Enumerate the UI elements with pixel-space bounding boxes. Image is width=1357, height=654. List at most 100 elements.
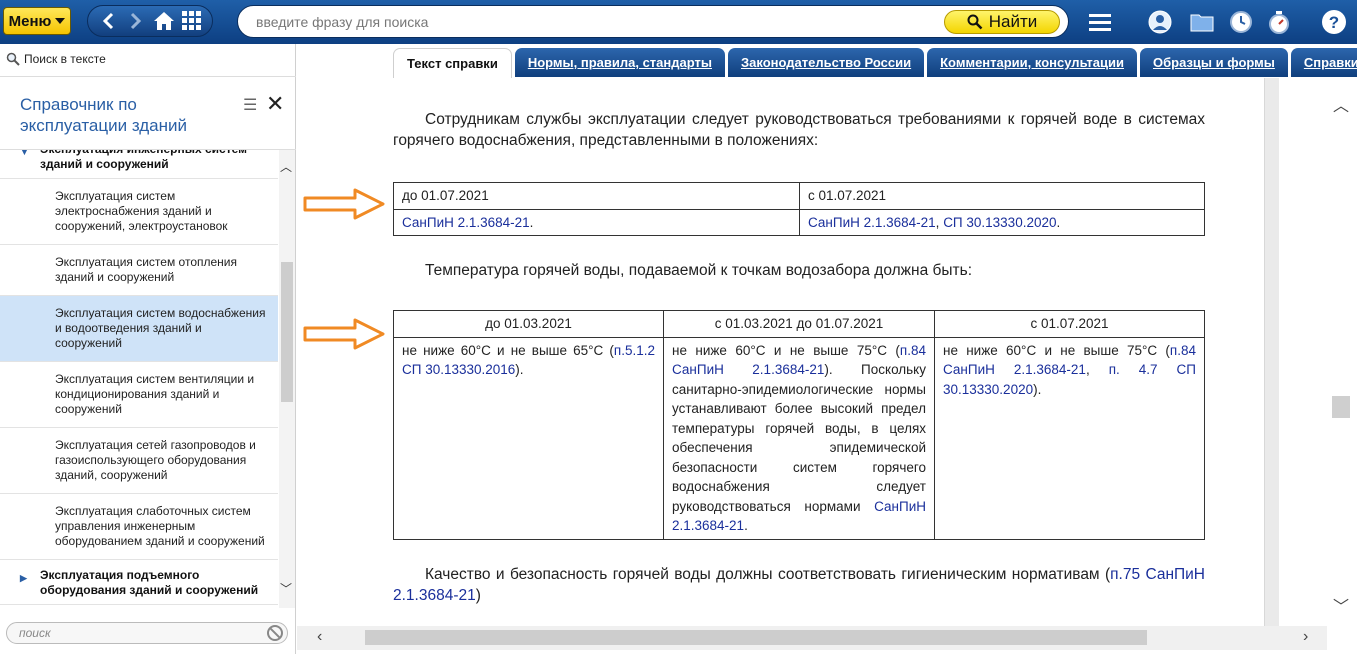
doc-link[interactable]: СП 30.13330.2020 (943, 215, 1056, 230)
doc-link[interactable]: СанПиН 2.1.3684-21 (808, 215, 936, 230)
scroll-thumb[interactable] (281, 262, 293, 402)
tab-legislation[interactable]: Законодательство России (727, 48, 925, 77)
search-in-text-label: Поиск в тексте (24, 52, 106, 66)
table-regulations: до 01.07.2021 с 01.07.2021 СанПиН 2.1.36… (393, 182, 1205, 236)
expanded-arrow-icon: ▼ (20, 150, 29, 157)
tree-item-label: Эксплуатация систем электроснабжения зда… (55, 189, 228, 233)
search-icon (6, 52, 20, 66)
scroll-right-icon[interactable]: › (1303, 628, 1308, 646)
scroll-down-icon[interactable]: ﹀ (1333, 593, 1349, 617)
tab-label: Комментарии, консультации (940, 55, 1124, 70)
tab-label: Законодательство России (740, 55, 912, 70)
tree-item-label: Эксплуатация систем вентиляции и кондици… (55, 372, 255, 416)
help-icon[interactable]: ? (1320, 8, 1348, 36)
document-area: Сотрудникам службы эксплуатации следует … (297, 78, 1357, 654)
text: ). Поскольку санитарно-эпидемиологически… (672, 362, 926, 514)
tree-item-electric[interactable]: Эксплуатация систем электроснабжения зда… (0, 179, 278, 245)
tree-item-label: Эксплуатация систем водоснабжения и водо… (55, 306, 266, 350)
panel-title: Справочник по эксплуатации зданий (20, 95, 187, 135)
table-cell: не ниже 60°С и не выше 65°С (п.5.1.2 СП … (393, 336, 664, 540)
table-temperature: до 01.03.2021 с 01.03.2021 до 01.07.2021… (393, 310, 1205, 540)
forward-icon[interactable] (124, 9, 148, 33)
tab-label: Образцы и формы (1153, 55, 1275, 70)
tab-comments[interactable]: Комментарии, консультации (927, 48, 1137, 77)
find-label: Найти (988, 12, 1038, 31)
folder-icon[interactable] (1188, 8, 1216, 36)
filter-input[interactable] (19, 626, 249, 640)
paragraph-intro: Сотрудникам службы эксплуатации следует … (393, 111, 1205, 149)
paragraph-temperature: Температура горячей воды, подаваемой к т… (425, 262, 973, 279)
tree-item-low-current[interactable]: Эксплуатация слаботочных систем управлен… (0, 494, 278, 560)
text: ) (475, 587, 481, 604)
search-bar: Найти (237, 5, 1069, 38)
grid-icon[interactable] (180, 9, 204, 33)
scroll-up-icon[interactable]: ︿ (280, 158, 292, 175)
annotation-arrow-icon (303, 318, 385, 350)
text: не ниже 60°С и не выше 75°С ( (943, 342, 1170, 358)
table-header-cell: с 01.07.2021 (934, 310, 1205, 338)
stopwatch-icon[interactable] (1265, 8, 1293, 36)
collapsed-arrow-icon: ▶ (20, 573, 27, 583)
document-vertical-scrollbar[interactable]: ︿ ﹀ (1327, 78, 1357, 626)
tab-label: Справки (1303, 55, 1357, 70)
document-tabs: Текст справки Нормы, правила, стандарты … (393, 48, 1357, 78)
scroll-thumb[interactable] (365, 630, 1147, 645)
scroll-up-icon[interactable]: ︿ (1333, 92, 1349, 116)
search-input[interactable] (256, 12, 936, 32)
back-icon[interactable] (96, 9, 120, 33)
home-icon[interactable] (152, 9, 176, 33)
annotation-arrow-icon (303, 188, 385, 220)
tree-item-water-supply[interactable]: Эксплуатация систем водоснабжения и водо… (0, 296, 278, 362)
tree-filter (6, 622, 288, 644)
text: . (529, 214, 534, 230)
close-icon[interactable]: ✕ (266, 91, 284, 117)
text: Качество и безопасность горячей воды дол… (425, 566, 1111, 583)
tree-item-label: Эксплуатация систем отопления зданий и с… (55, 255, 237, 284)
text: ). (1033, 381, 1042, 397)
tree-item-gas[interactable]: Эксплуатация сетей газопроводов и газоис… (0, 428, 278, 494)
table-cell: СанПиН 2.1.3684-21. (393, 208, 800, 236)
scroll-down-icon[interactable]: ﹀ (280, 580, 292, 597)
text: не ниже 60°С и не выше 65°С ( (402, 342, 614, 358)
tree-item-lifting-equipment[interactable]: ▶ Эксплуатация подъемного оборудования з… (0, 560, 278, 605)
clear-icon[interactable] (267, 625, 283, 641)
text: , (1085, 362, 1109, 377)
document-horizontal-scrollbar[interactable]: ‹ › (297, 626, 1327, 650)
table-header-cell: с 01.03.2021 до 01.07.2021 (663, 310, 935, 338)
tree-item-engineering-systems[interactable]: ▼ Эксплуатация инженерных систем зданий … (0, 150, 278, 179)
find-button[interactable]: Найти (944, 10, 1060, 34)
doc-link[interactable]: СанПиН 2.1.3684-21 (402, 215, 530, 230)
list-icon[interactable]: ☰ (243, 95, 257, 115)
page-gutter (1265, 78, 1279, 626)
scroll-thumb[interactable] (1332, 396, 1350, 418)
tree-item-label: Эксплуатация сетей газопроводов и газоис… (55, 438, 256, 482)
search-icon (967, 14, 983, 30)
chevron-down-icon (55, 18, 66, 24)
navigation-tree: ▼ Эксплуатация инженерных систем зданий … (0, 150, 278, 608)
panel-header: Справочник по эксплуатации зданий ☰ ✕ (0, 76, 296, 150)
menu-label: Меню (8, 12, 52, 30)
hamburger-icon[interactable] (1086, 8, 1114, 36)
tree-item-heating[interactable]: Эксплуатация систем отопления зданий и с… (0, 245, 278, 296)
text: не ниже 60°С и не выше 75°С ( (672, 342, 900, 358)
table-cell: СанПиН 2.1.3684-21, СП 30.13330.2020. (799, 208, 1205, 236)
search-in-text-link[interactable]: Поиск в тексте (6, 52, 106, 66)
menu-button[interactable]: Меню (3, 7, 71, 35)
tree-item-label: Эксплуатация слаботочных систем управлен… (55, 504, 265, 548)
scroll-left-icon[interactable]: ‹ (317, 628, 322, 646)
navigation-group (87, 5, 213, 37)
document-content: Сотрудникам службы эксплуатации следует … (297, 78, 1265, 626)
tab-text[interactable]: Текст справки (393, 48, 512, 78)
tab-samples[interactable]: Образцы и формы (1140, 48, 1288, 77)
top-toolbar: Меню Найти (0, 0, 1357, 44)
user-icon[interactable] (1146, 8, 1174, 36)
tab-references[interactable]: Справки (1290, 48, 1357, 77)
tab-norms[interactable]: Нормы, правила, стандарты (514, 48, 725, 77)
paragraph-quality: Качество и безопасность горячей воды дол… (393, 564, 1205, 606)
tree-item-label: Эксплуатация инженерных систем зданий и … (40, 150, 247, 171)
tree-item-ventilation[interactable]: Эксплуатация систем вентиляции и кондици… (0, 362, 278, 428)
left-panel: Поиск в тексте Справочник по эксплуатаци… (0, 44, 296, 654)
clock-icon[interactable] (1227, 8, 1255, 36)
table-header-cell: до 01.03.2021 (393, 310, 664, 338)
tree-scrollbar[interactable]: ︿ ﹀ (279, 150, 295, 608)
